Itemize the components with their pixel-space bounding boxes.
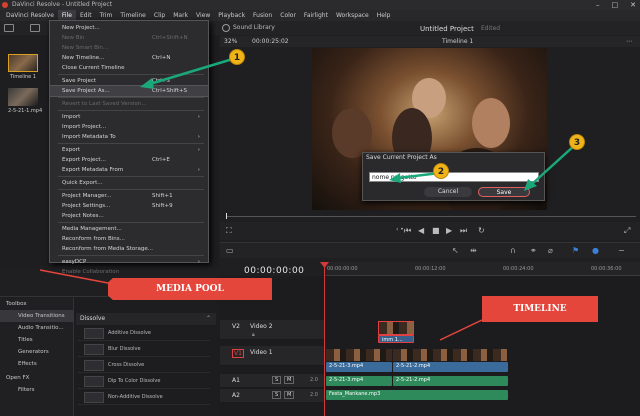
step-badge: 3 <box>569 134 585 150</box>
effect-thumbnail-icon <box>84 344 104 355</box>
effect-item[interactable]: Non-Additive Dissolve <box>78 390 210 405</box>
effect-item[interactable]: Dip To Color Dissolve <box>78 374 210 389</box>
effect-label: Dip To Color Dissolve <box>108 378 161 384</box>
effect-thumbnail-icon <box>84 392 104 403</box>
effect-thumbnail-icon <box>84 376 104 387</box>
effect-thumbnail-icon <box>84 328 104 339</box>
callout-pointer <box>439 319 483 341</box>
effect-item[interactable]: Cross Dissolve <box>78 358 210 373</box>
effect-item[interactable]: Additive Dissolve <box>78 326 210 341</box>
arrow-to-save-as <box>149 56 237 86</box>
effect-label: Cross Dissolve <box>108 362 145 368</box>
effect-label: Additive Dissolve <box>108 330 151 336</box>
arrow-to-save <box>531 144 576 185</box>
arrowhead-icon <box>140 78 154 89</box>
effect-label: Blur Dissolve <box>108 346 141 352</box>
callout-pointer <box>39 269 109 284</box>
effect-thumbnail-icon <box>84 360 104 371</box>
effect-item[interactable]: Blur Dissolve <box>78 342 210 357</box>
step-badge: 2 <box>433 163 449 179</box>
step-badge: 1 <box>229 49 245 65</box>
effect-label: Non-Additive Dissolve <box>108 394 163 400</box>
arrowhead-icon <box>389 173 401 183</box>
